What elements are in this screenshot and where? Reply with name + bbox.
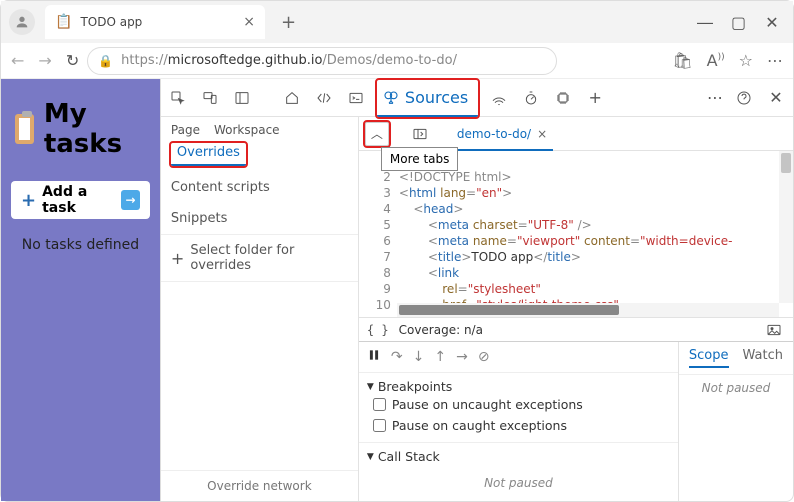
callstack-not-paused: Not paused [359,470,678,496]
editor-wrap: ︿ More tabs demo-to-do/ × 12345678910 <!… [359,117,793,501]
more-tabs-tooltip: More tabs [381,147,459,171]
horizontal-scrollbar[interactable] [397,303,779,317]
network-icon[interactable] [488,87,510,109]
coverage-label: Coverage: n/a [399,323,483,337]
elements-icon[interactable] [313,87,335,109]
close-devtools-icon[interactable]: ✕ [765,87,787,109]
workspace-tab[interactable]: Workspace [214,123,280,137]
device-emulation-icon[interactable] [199,87,221,109]
override-network-label: Override network [161,470,358,501]
step-out-icon[interactable]: ↑ [434,349,446,365]
plus-icon: + [21,190,36,211]
pause-caught-checkbox[interactable]: Pause on caught exceptions [367,415,670,436]
overrides-tab[interactable]: Overrides [171,143,246,166]
step-icon[interactable]: → [456,349,468,365]
refresh-button[interactable]: ↻ [66,51,79,70]
vertical-scrollbar[interactable] [779,151,793,303]
more-tabs-button[interactable]: ︿ [365,122,389,146]
scope-tab[interactable]: Scope [689,348,729,368]
step-into-icon[interactable]: ↓ [413,349,425,365]
url-text: https://microsoftedge.github.io/Demos/de… [121,53,457,68]
image-preview-icon[interactable] [763,319,785,341]
app-heading-text: My tasks [44,99,146,159]
browser-tab[interactable]: 📋 TODO app × [45,5,265,39]
performance-icon[interactable] [520,87,542,109]
sources-tab[interactable]: Sources [377,80,478,117]
add-task-input[interactable]: + Add a task → [11,181,150,219]
pretty-print-icon[interactable]: { } [367,323,389,337]
read-aloud-icon[interactable]: A)) [707,51,725,70]
content-scripts-tab[interactable]: Content scripts [161,172,358,203]
empty-state: No tasks defined [11,237,150,253]
app-heading: My tasks [11,89,150,169]
plus-icon: + [171,249,184,268]
help-icon[interactable] [733,87,755,109]
devtools-toolbar: Sources + ⋯ ✕ [161,79,793,117]
add-task-label: Add a task [42,184,121,216]
maximize-button[interactable]: ▢ [731,13,745,32]
deactivate-breakpoints-icon[interactable]: ⊘ [478,349,490,365]
editor-tabs: ︿ More tabs demo-to-do/ × [359,117,793,151]
debugger-controls: ↷ ↓ ↑ → ⊘ [359,342,678,372]
inspect-icon[interactable] [167,87,189,109]
snippets-tab[interactable]: Snippets [161,203,358,234]
welcome-icon[interactable] [281,87,303,109]
close-window-button[interactable]: ✕ [765,13,779,32]
pause-button[interactable] [367,348,381,366]
file-tab-label: demo-to-do/ [457,127,531,141]
file-tab[interactable]: demo-to-do/ × [451,118,553,151]
step-over-icon[interactable]: ↷ [391,349,403,365]
breakpoints-section[interactable]: ▼Breakpoints Pause on uncaught exception… [359,372,678,442]
shopping-icon[interactable]: 🛍 [672,51,692,70]
memory-icon[interactable] [552,87,574,109]
address-box[interactable]: 🔒 https://microsoftedge.github.io/Demos/… [87,47,557,75]
clipboard-icon [15,114,34,144]
debugger-left-pane: ↷ ↓ ↑ → ⊘ ▼Breakpoints Pause on uncaught… [359,342,679,501]
browser-titlebar: 📋 TODO app × + ― ▢ ✕ [1,1,793,43]
lock-icon: 🔒 [98,54,113,68]
forward-button: → [38,51,51,70]
url-bar: ← → ↻ 🔒 https://microsoftedge.github.io/… [1,43,793,79]
favicon-icon: 📋 [55,14,72,30]
select-folder-label: Select folder for overrides [190,243,348,273]
code-content: <!DOCTYPE html> <html lang="en"> <head> … [397,151,793,317]
sources-navigator: Page Workspace Overrides Content scripts… [161,117,359,501]
submit-arrow-icon[interactable]: → [121,190,140,210]
devtools-pane: Sources + ⋯ ✕ Page Workspace Overrides C… [160,79,793,501]
app-pane: My tasks + Add a task → No tasks defined [1,79,160,501]
debugger-right-pane: Scope Watch Not paused [679,342,793,501]
profile-button[interactable] [9,9,35,35]
pause-uncaught-checkbox[interactable]: Pause on uncaught exceptions [367,394,670,415]
minimize-button[interactable]: ― [697,13,711,32]
favorite-icon[interactable]: ☆ [739,51,753,70]
line-gutter: 12345678910 [359,151,397,317]
more-tools-icon[interactable]: + [584,87,606,109]
devtools-menu-icon[interactable]: ⋯ [707,88,723,107]
coverage-bar: { } Coverage: n/a [359,317,793,341]
console-icon[interactable] [345,87,367,109]
close-tab-icon[interactable]: × [243,14,255,30]
back-button[interactable]: ← [11,51,24,70]
debugger-drawer: ↷ ↓ ↑ → ⊘ ▼Breakpoints Pause on uncaught… [359,341,793,501]
close-file-icon[interactable]: × [537,127,547,141]
select-folder-button[interactable]: + Select folder for overrides [161,234,358,282]
sidebar-toggle-icon[interactable] [409,123,431,145]
callstack-section[interactable]: ▼Call Stack [359,442,678,470]
tab-title: TODO app [80,15,235,29]
watch-tab[interactable]: Watch [743,348,783,368]
new-tab-button[interactable]: + [273,8,304,37]
settings-menu-icon[interactable]: ⋯ [767,51,783,70]
sources-label: Sources [405,88,468,107]
window-controls: ― ▢ ✕ [697,13,793,32]
page-tab[interactable]: Page [171,123,200,137]
code-editor[interactable]: 12345678910 <!DOCTYPE html> <html lang="… [359,151,793,317]
scope-not-paused: Not paused [679,375,793,401]
activity-bar-icon[interactable] [231,87,253,109]
